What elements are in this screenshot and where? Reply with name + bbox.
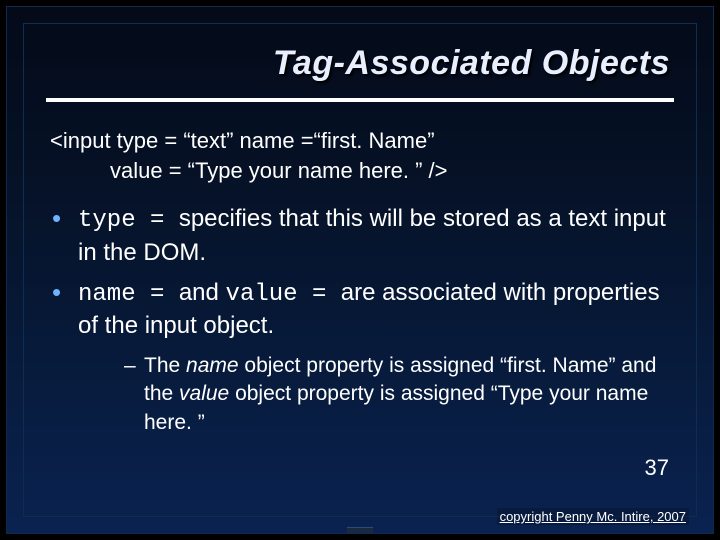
bullet-1-keyword: type = bbox=[78, 207, 179, 234]
slide-number: 37 bbox=[645, 455, 669, 481]
sub-italic-1: name bbox=[186, 354, 239, 377]
sub-t1: The bbox=[144, 354, 186, 377]
bullet-2: name = and value = are associated with p… bbox=[52, 277, 668, 437]
sub-list: The name object property is assigned “fi… bbox=[78, 342, 668, 437]
title-row: Tag-Associated Objects bbox=[46, 38, 674, 102]
copyright-text: copyright Penny Mc. Intire, 2007 bbox=[497, 508, 689, 525]
bullet-list: type = specifies that this will be store… bbox=[46, 199, 674, 437]
bullet-2-mid: and bbox=[179, 279, 226, 306]
bullet-1: type = specifies that this will be store… bbox=[52, 203, 668, 268]
sub-bullet-1: The name object property is assigned “fi… bbox=[124, 352, 668, 437]
code-line-2: value = “Type your name here. ” /> bbox=[50, 156, 674, 186]
code-line-1: <input type = “text” name =“first. Name” bbox=[50, 126, 674, 156]
sub-italic-2: value bbox=[179, 382, 229, 405]
bullet-2-keyword-1: name = bbox=[78, 281, 179, 308]
slide: Tag-Associated Objects <input type = “te… bbox=[6, 6, 714, 534]
title-underline bbox=[46, 98, 674, 102]
bullet-2-keyword-2: value = bbox=[226, 281, 341, 308]
slide-title: Tag-Associated Objects bbox=[273, 44, 670, 83]
bottom-notch bbox=[347, 527, 373, 533]
slide-inner: Tag-Associated Objects <input type = “te… bbox=[23, 23, 697, 517]
code-block: <input type = “text” name =“first. Name”… bbox=[46, 112, 674, 199]
